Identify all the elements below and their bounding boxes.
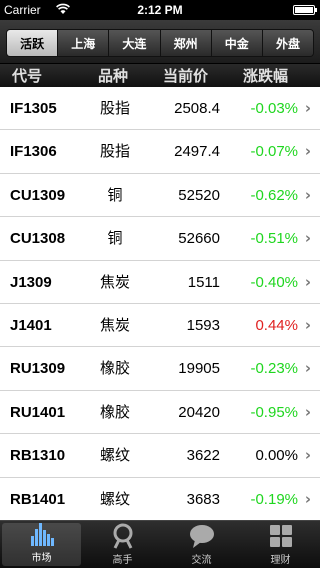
current-price: 19905 <box>178 360 220 378</box>
quote-row[interactable]: IF1305 股指 2508.4 -0.03% › <box>0 87 320 131</box>
change-percent: -0.03% <box>250 100 298 117</box>
chevron-right-icon: › <box>304 229 311 248</box>
commodity-type: 股指 <box>99 142 130 161</box>
grid-icon <box>266 521 296 550</box>
change-percent: -0.40% <box>250 273 298 291</box>
status-bar: Carrier 2:12 PM <box>0 0 320 20</box>
column-code[interactable]: 代号 <box>12 65 42 86</box>
chevron-right-icon: › <box>304 315 311 334</box>
commodity-type: 焦炭 <box>99 315 130 334</box>
current-price: 3683 <box>186 490 220 508</box>
current-price: 1511 <box>187 273 220 291</box>
quote-row[interactable]: J1309 焦炭 1511 -0.40% › <box>0 260 320 304</box>
quote-list[interactable]: IF1305 股指 2508.4 -0.03% › IF1306 股指 2497.4 -0.07… <box>0 87 320 520</box>
contract-code: RU1309 <box>10 360 66 378</box>
clock: 2:12 PM <box>137 3 183 17</box>
current-price: 1593 <box>186 316 220 334</box>
tab-experts[interactable]: 高手 <box>83 521 162 568</box>
tab-market[interactable]: 市场 <box>2 523 81 566</box>
current-price: 52520 <box>178 186 220 204</box>
contract-code: IF1306 <box>10 143 57 161</box>
commodity-type: 橡胶 <box>99 402 130 421</box>
contract-code: CU1309 <box>10 186 66 204</box>
commodity-type: 股指 <box>99 99 130 117</box>
contract-code: RU1401 <box>10 403 66 421</box>
segment-zhengzhou[interactable]: 郑州 <box>160 30 212 56</box>
tab-chat[interactable]: 交流 <box>162 521 241 568</box>
quote-row[interactable]: RU1401 橡胶 20420 -0.95% › <box>0 390 320 435</box>
contract-code: IF1305 <box>10 100 57 117</box>
quote-row[interactable]: CU1309 铜 52520 -0.62% › <box>0 173 320 218</box>
contract-code: J1401 <box>10 316 52 334</box>
change-percent: -0.19% <box>250 490 298 508</box>
column-change[interactable]: 涨跌幅 <box>243 65 288 86</box>
chevron-right-icon: › <box>304 142 311 161</box>
chevron-right-icon: › <box>304 272 311 291</box>
segment-active[interactable]: 活跃 <box>7 30 59 56</box>
segment-dalian[interactable]: 大连 <box>109 30 161 56</box>
segment-shanghai[interactable]: 上海 <box>58 30 110 56</box>
column-header: 代号 品种 当前价 涨跌幅 <box>0 64 320 87</box>
quote-row[interactable]: J1401 焦炭 1593 0.44% › <box>0 303 320 348</box>
tab-chat-label: 交流 <box>191 555 212 566</box>
current-price: 20420 <box>178 403 220 421</box>
commodity-type: 焦炭 <box>99 272 130 291</box>
tab-finance-label: 理财 <box>270 555 291 566</box>
change-percent: 0.44% <box>255 316 298 334</box>
column-price[interactable]: 当前价 <box>163 65 208 86</box>
quote-row[interactable]: IF1306 股指 2497.4 -0.07% › <box>0 130 320 174</box>
person-icon <box>108 521 138 550</box>
current-price: 52660 <box>178 230 220 248</box>
chevron-right-icon: › <box>304 402 311 421</box>
quote-row[interactable]: CU1308 铜 52660 -0.51% › <box>0 217 320 261</box>
bar-chart-icon <box>27 520 57 548</box>
commodity-type: 螺纹 <box>99 489 130 508</box>
quote-row[interactable]: RB1310 螺纹 3622 0.00% › <box>0 434 320 478</box>
segment-overseas[interactable]: 外盘 <box>262 30 313 56</box>
battery-icon <box>293 5 317 15</box>
current-price: 3622 <box>186 447 220 465</box>
change-percent: -0.07% <box>250 143 298 161</box>
exchange-selector-bar: 活跃 上海 大连 郑州 中金 外盘 <box>0 20 320 64</box>
change-percent: -0.95% <box>250 403 298 421</box>
exchange-segmented-control: 活跃 上海 大连 郑州 中金 外盘 <box>6 29 314 57</box>
quote-row[interactable]: RU1309 橡胶 19905 -0.23% › <box>0 347 320 391</box>
segment-cffex[interactable]: 中金 <box>211 30 263 56</box>
quote-row[interactable]: RB1401 螺纹 3683 -0.19% › <box>0 477 320 520</box>
change-percent: 0.00% <box>255 447 298 465</box>
tab-experts-label: 高手 <box>112 555 133 566</box>
change-percent: -0.62% <box>250 186 298 204</box>
change-percent: -0.51% <box>250 230 298 248</box>
chevron-right-icon: › <box>304 359 311 378</box>
contract-code: RB1401 <box>10 490 66 508</box>
tab-finance[interactable]: 理财 <box>241 521 320 568</box>
chevron-right-icon: › <box>304 99 311 117</box>
chevron-right-icon: › <box>304 446 311 465</box>
chevron-right-icon: › <box>304 489 311 508</box>
bottom-tab-bar: 市场 高手 交流 理财 <box>0 520 320 568</box>
column-type[interactable]: 品种 <box>98 65 128 86</box>
contract-code: J1309 <box>10 273 52 291</box>
chevron-right-icon: › <box>304 185 311 204</box>
change-percent: -0.23% <box>250 360 298 378</box>
commodity-type: 螺纹 <box>99 446 130 465</box>
contract-code: CU1308 <box>10 230 66 248</box>
commodity-type: 铜 <box>107 229 123 248</box>
tab-market-label: 市场 <box>31 553 52 564</box>
current-price: 2508.4 <box>174 100 220 117</box>
commodity-type: 橡胶 <box>99 359 130 378</box>
speech-bubble-icon <box>187 521 217 550</box>
current-price: 2497.4 <box>174 143 220 161</box>
contract-code: RB1310 <box>10 447 66 465</box>
commodity-type: 铜 <box>107 185 123 204</box>
